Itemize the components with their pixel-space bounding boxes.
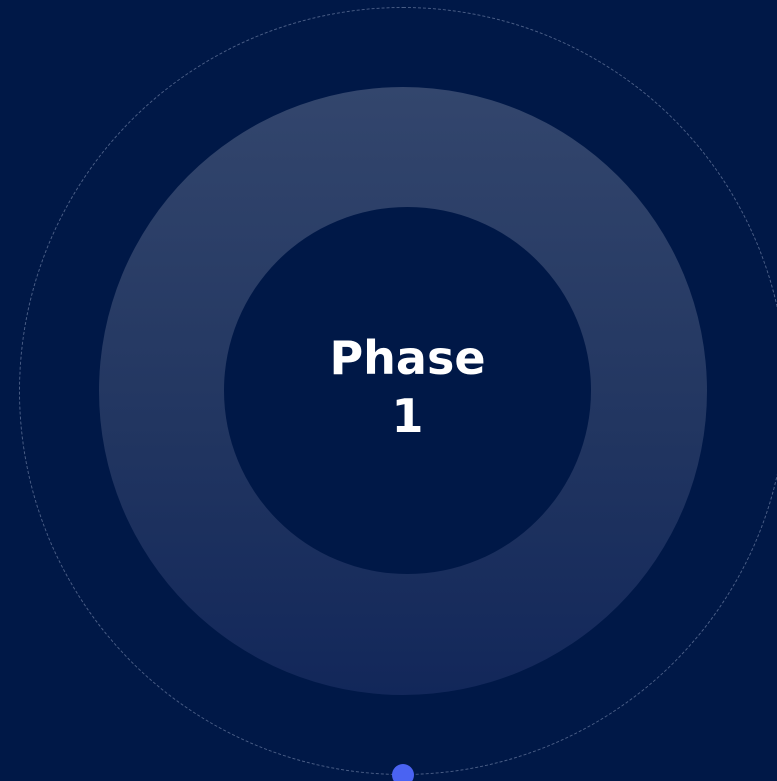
phase-word: Phase [329, 330, 486, 385]
phase-diagram: Phase 1 [0, 0, 777, 781]
orbit-position-indicator[interactable] [392, 764, 414, 781]
phase-label: Phase 1 [224, 207, 591, 574]
phase-number: 1 [391, 388, 424, 443]
